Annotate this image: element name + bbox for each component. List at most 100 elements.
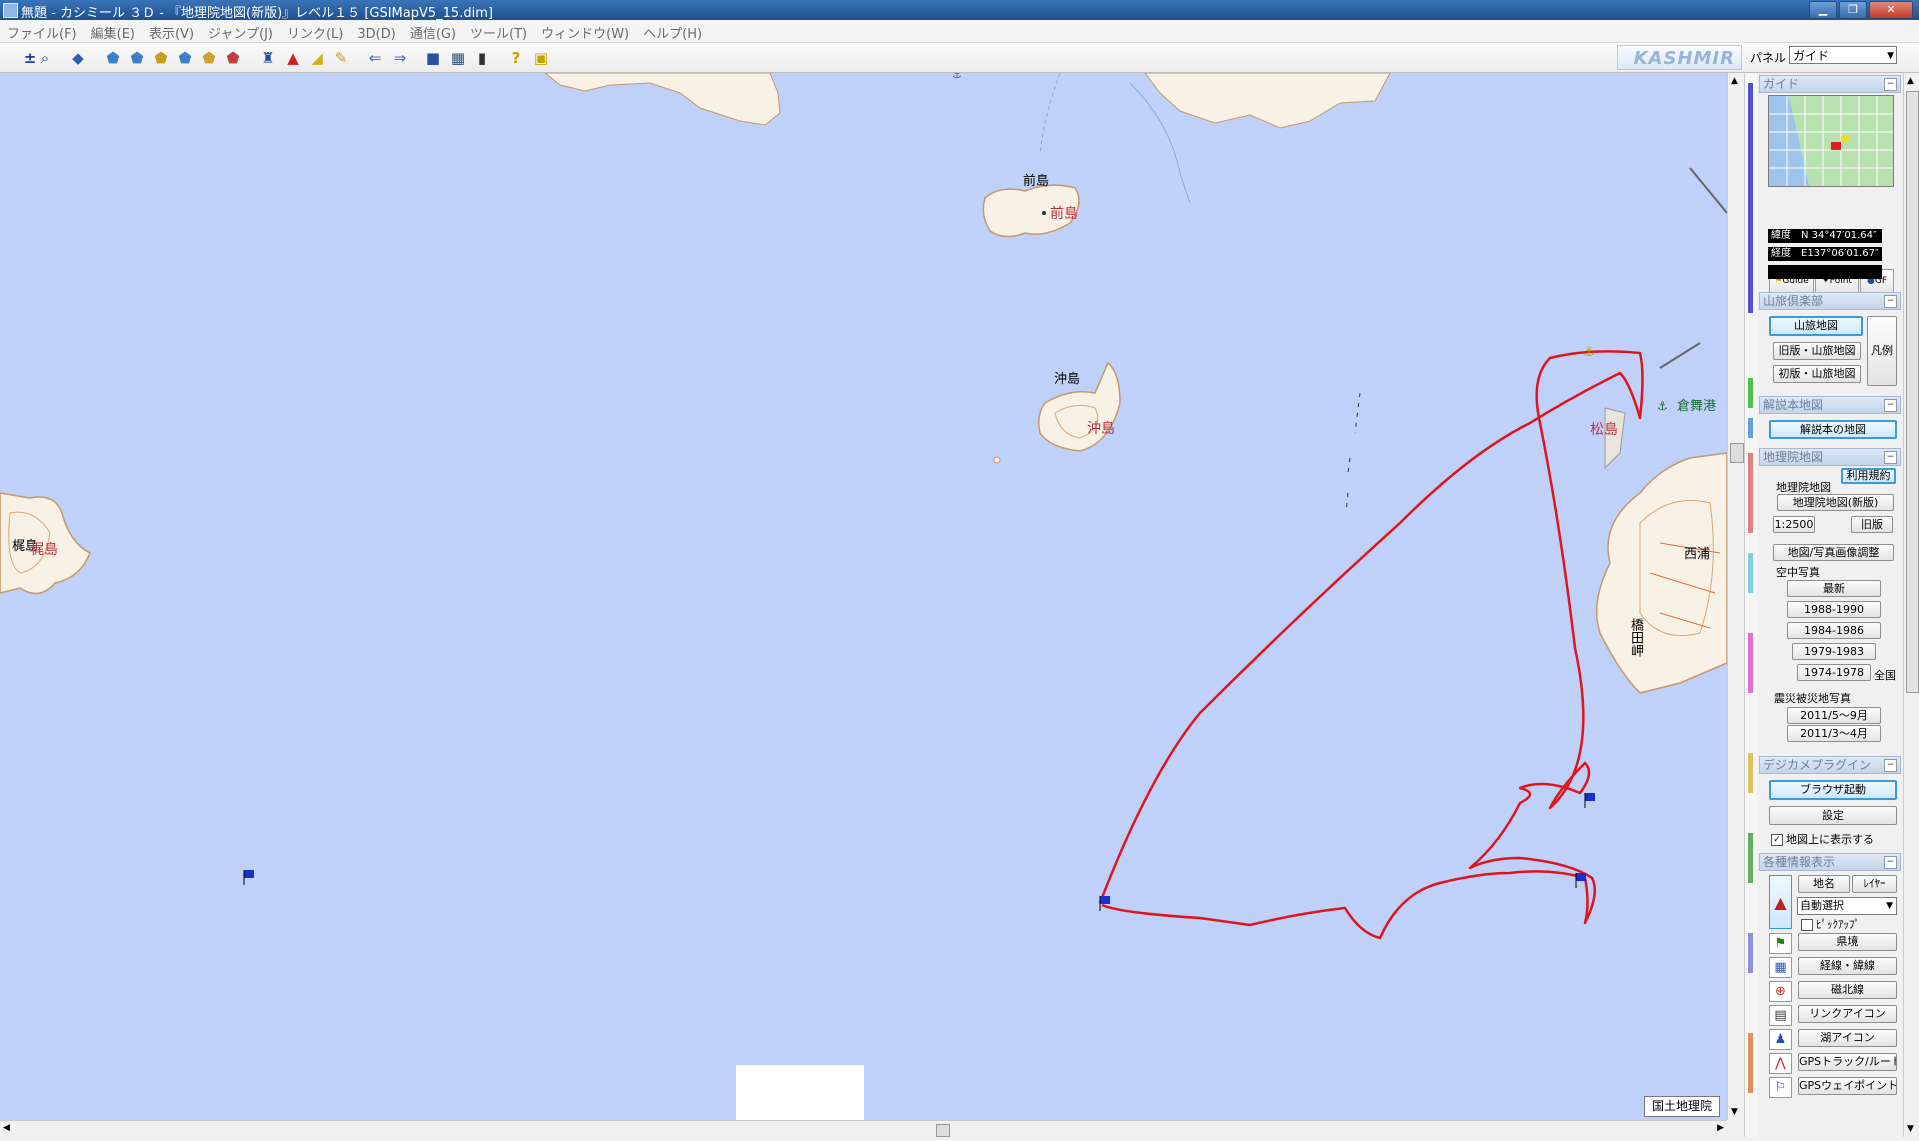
- scroll-up-icon[interactable]: ▲: [1907, 76, 1914, 86]
- gps-waypoint-icon[interactable]: ⚐: [1769, 1077, 1792, 1098]
- collapse-icon[interactable]: −: [1884, 78, 1897, 91]
- scale-2500-button[interactable]: 1:2500: [1773, 516, 1815, 533]
- menu-3d[interactable]: 3D(D): [350, 24, 402, 45]
- gsi-old-button[interactable]: 旧版: [1851, 516, 1893, 533]
- layer-button[interactable]: ﾚｲﾔｰ: [1852, 875, 1897, 893]
- magnetic-north-button[interactable]: 磁北線: [1798, 981, 1897, 999]
- prefecture-border-icon[interactable]: ⚑: [1769, 933, 1792, 954]
- panel-scrollbar[interactable]: ▲ ▼: [1903, 73, 1919, 1137]
- film-icon[interactable]: ▦: [448, 48, 468, 68]
- aerial-latest-button[interactable]: 最新: [1787, 580, 1881, 597]
- pickup-checkbox[interactable]: ﾋﾟｯｸｱｯﾌﾟ: [1801, 916, 1860, 932]
- camera-icon[interactable]: ■: [423, 48, 443, 68]
- prefecture-border-button[interactable]: 県境: [1798, 933, 1897, 951]
- ruler-icon[interactable]: ✎: [331, 48, 351, 68]
- section-header-digicame[interactable]: デジカメプラグイン −: [1759, 756, 1901, 774]
- checkbox-icon[interactable]: [1801, 919, 1813, 931]
- menu-file[interactable]: ファイル(F): [0, 20, 84, 45]
- menu-help[interactable]: ヘルプ(H): [636, 20, 709, 45]
- minimize-button[interactable]: ▁: [1809, 1, 1837, 19]
- help-icon[interactable]: ?: [506, 48, 526, 68]
- graticule-button[interactable]: 経線・緯線: [1798, 957, 1897, 975]
- menu-window[interactable]: ウィンドウ(W): [534, 20, 636, 45]
- gps-device-icon[interactable]: ▮: [472, 48, 492, 68]
- settings-button[interactable]: 設定: [1769, 806, 1897, 825]
- menu-tools[interactable]: ツール(T): [463, 20, 534, 45]
- map-horizontal-scrollbar[interactable]: ◀ ▶: [0, 1120, 1727, 1138]
- sanryo-map-button[interactable]: 山旅地図: [1769, 316, 1863, 336]
- collapse-icon[interactable]: −: [1884, 451, 1897, 464]
- map-view[interactable]: ⚓ ⚓ ⚓ 前島 前島 沖島 沖島 梶島 梶島 松島 倉舞港 西浦 橋田岬 国土…: [0, 73, 1727, 1120]
- collapse-icon[interactable]: −: [1884, 856, 1897, 869]
- link-icon-button[interactable]: リンクアイコン: [1798, 1005, 1897, 1023]
- aerial-1988-button[interactable]: 1988-1990: [1787, 601, 1881, 618]
- legend-button[interactable]: 凡例: [1867, 316, 1897, 386]
- mountain-icon[interactable]: ▲: [283, 48, 303, 68]
- checkbox-checked-icon[interactable]: ✓: [1771, 834, 1783, 846]
- scroll-right-icon[interactable]: ▶: [1717, 1123, 1724, 1133]
- guide-mini-map[interactable]: [1768, 95, 1894, 187]
- layer-icon[interactable]: ◆: [68, 48, 88, 68]
- menu-link[interactable]: リンク(L): [280, 20, 350, 45]
- collapse-icon[interactable]: −: [1884, 759, 1897, 772]
- menu-view[interactable]: 表示(V): [142, 20, 201, 45]
- guide-book-icon[interactable]: ▣: [531, 48, 551, 68]
- binoculars-icon[interactable]: ♜: [258, 48, 278, 68]
- terms-button[interactable]: 利用規約: [1841, 468, 1896, 484]
- sanryo-first-button[interactable]: 初版・山旅地図: [1773, 365, 1861, 383]
- auto-select-dropdown[interactable]: 自動選択 ▼: [1797, 897, 1897, 915]
- kaisetsu-map-button[interactable]: 解説本の地図: [1769, 420, 1897, 439]
- terrain-down-icon[interactable]: ⬟: [175, 48, 195, 68]
- place-name-button[interactable]: 地名: [1798, 875, 1850, 893]
- lake-icon[interactable]: ♟: [1769, 1029, 1792, 1050]
- measure-icon[interactable]: ◢: [307, 48, 327, 68]
- back-arrow-icon[interactable]: ⇐: [365, 48, 385, 68]
- mountain-toggle-icon[interactable]: ▲: [1769, 875, 1792, 929]
- disaster-may-button[interactable]: 2011/5～9月: [1787, 707, 1881, 724]
- image-adjust-button[interactable]: 地図/写真画像調整: [1773, 544, 1894, 561]
- scroll-left-icon[interactable]: ◀: [3, 1123, 10, 1133]
- document-icon[interactable]: ▤: [1769, 1005, 1792, 1026]
- gps-waypoint-button[interactable]: GPSウェイポイント: [1798, 1077, 1897, 1095]
- map-vertical-scrollbar[interactable]: ▲ ▼: [1727, 73, 1745, 1120]
- collapse-icon[interactable]: −: [1884, 399, 1897, 412]
- terrain-view-icon[interactable]: ⬟: [103, 48, 123, 68]
- search-icon[interactable]: ⌕: [35, 48, 55, 68]
- terrain-flat-icon[interactable]: ⬟: [223, 48, 243, 68]
- panel-select[interactable]: ガイド ▼: [1789, 46, 1897, 64]
- scroll-thumb[interactable]: [1730, 443, 1744, 463]
- compass-icon[interactable]: ⊕: [1769, 981, 1792, 1002]
- section-header-info[interactable]: 各種情報表示 −: [1759, 853, 1901, 871]
- show-on-map-checkbox[interactable]: ✓ 地図上に表示する: [1771, 831, 1874, 847]
- aerial-1974-button[interactable]: 1974-1978: [1797, 664, 1871, 681]
- disaster-march-button[interactable]: 2011/3～4月: [1787, 725, 1881, 742]
- scroll-down-icon[interactable]: ▼: [1731, 1107, 1738, 1117]
- collapse-icon[interactable]: −: [1884, 295, 1897, 308]
- section-header-sanryo[interactable]: 山旅倶楽部 −: [1759, 292, 1901, 310]
- grid-lines-icon[interactable]: ▦: [1769, 957, 1792, 978]
- sanryo-old-button[interactable]: 旧版・山旅地図: [1773, 342, 1861, 360]
- gsi-new-map-button[interactable]: 地理院地図(新版): [1777, 494, 1894, 511]
- gps-track-icon[interactable]: ⋀: [1769, 1053, 1792, 1074]
- scroll-up-icon[interactable]: ▲: [1731, 76, 1738, 86]
- aerial-1979-button[interactable]: 1979-1983: [1792, 643, 1876, 660]
- scroll-down-icon[interactable]: ▼: [1907, 1124, 1914, 1134]
- terrain-color-icon[interactable]: ⬟: [151, 48, 171, 68]
- menu-comm[interactable]: 通信(G): [403, 20, 463, 45]
- section-header-guide[interactable]: ガイド −: [1759, 75, 1901, 93]
- scroll-thumb[interactable]: [1906, 91, 1919, 693]
- scroll-thumb[interactable]: [936, 1124, 950, 1137]
- menu-jump[interactable]: ジャンプ(J): [201, 20, 280, 45]
- gps-track-button[interactable]: GPSトラック/ルート: [1798, 1053, 1897, 1071]
- restore-button[interactable]: ❐: [1839, 1, 1867, 19]
- close-button[interactable]: ✕: [1869, 1, 1913, 19]
- terrain-up-icon[interactable]: ⬟: [127, 48, 147, 68]
- menu-edit[interactable]: 編集(E): [84, 20, 142, 45]
- forward-arrow-icon[interactable]: ⇒: [390, 48, 410, 68]
- lake-icon-button[interactable]: 湖アイコン: [1798, 1029, 1897, 1047]
- section-header-kaisetsu[interactable]: 解説本地図 −: [1759, 396, 1901, 414]
- section-header-gsi[interactable]: 地理院地図 −: [1759, 448, 1901, 466]
- browser-launch-button[interactable]: ブラウザ起動: [1769, 780, 1897, 800]
- aerial-1984-button[interactable]: 1984-1986: [1787, 622, 1881, 639]
- terrain-shade-icon[interactable]: ⬟: [199, 48, 219, 68]
